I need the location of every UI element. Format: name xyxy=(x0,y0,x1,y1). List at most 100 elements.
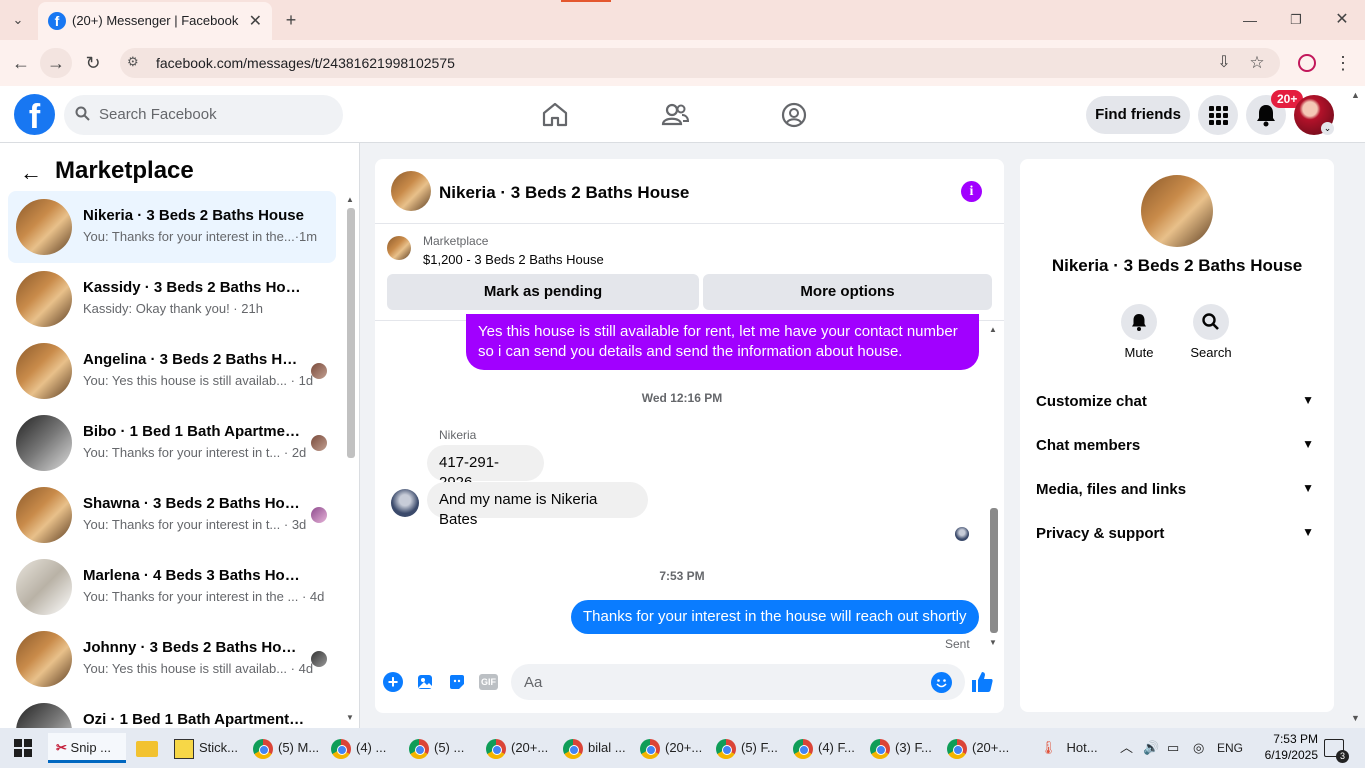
conversation-item[interactable]: Nikeria · 3 Beds 2 Baths House You: Than… xyxy=(8,191,336,263)
install-app-icon[interactable]: ⇩ xyxy=(1212,51,1236,75)
conversation-item[interactable]: Kassidy · 3 Beds 2 Baths House Kassidy: … xyxy=(8,263,336,335)
conversation-name: Ozi · 1 Bed 1 Bath Apartment/... xyxy=(83,711,305,728)
new-tab-button[interactable]: + xyxy=(279,8,303,32)
listing-thumbnail xyxy=(16,703,72,728)
more-options-button[interactable]: More options xyxy=(703,274,992,310)
network-icon[interactable]: ◎ xyxy=(1193,733,1207,763)
friends-icon[interactable] xyxy=(655,95,695,135)
taskbar-chrome-window[interactable]: (20+... xyxy=(486,733,556,763)
chat-scroll-up-icon[interactable]: ▲ xyxy=(989,325,997,334)
windows-start-icon[interactable] xyxy=(14,739,32,757)
message-bubble-sent[interactable]: Thanks for your interest in the house wi… xyxy=(571,600,979,634)
facebook-logo[interactable]: f xyxy=(14,94,55,136)
taskbar-sticky-notes[interactable]: Stick... xyxy=(174,733,244,763)
plus-icon[interactable]: + xyxy=(383,672,403,692)
browser-menu-icon[interactable]: ⋮ xyxy=(1331,51,1355,75)
privacy-support-item[interactable]: Privacy & support ▼ xyxy=(1036,525,1322,542)
profile-icon[interactable] xyxy=(1298,54,1316,72)
chat-scroll-down-icon[interactable]: ▼ xyxy=(989,638,997,647)
mute-button[interactable] xyxy=(1121,304,1157,340)
info-avatar[interactable] xyxy=(1141,175,1213,247)
conversation-item[interactable]: Marlena · 4 Beds 3 Baths House You: Than… xyxy=(8,551,336,623)
forward-button[interactable]: → xyxy=(40,48,72,78)
taskbar-chrome-window[interactable]: (5) M... xyxy=(253,733,323,763)
conversation-name: Johnny · 3 Beds 2 Baths House xyxy=(83,639,305,656)
chat-members-item[interactable]: Chat members ▼ xyxy=(1036,437,1322,454)
tab-title: (20+) Messenger | Facebook xyxy=(72,13,239,28)
mark-pending-button[interactable]: Mark as pending xyxy=(387,274,699,310)
groups-icon[interactable] xyxy=(774,95,814,135)
site-settings-icon[interactable]: ⚙ xyxy=(127,54,145,72)
battery-icon[interactable]: ▭ xyxy=(1167,733,1185,763)
home-icon[interactable] xyxy=(535,95,575,135)
bookmark-star-icon[interactable]: ☆ xyxy=(1245,51,1269,75)
search-conversation-button[interactable] xyxy=(1193,304,1229,340)
chevron-up-icon[interactable]: ︿ xyxy=(1120,733,1134,763)
message-bubble-received[interactable]: 417-291-2926 xyxy=(427,445,544,491)
clock[interactable]: 7:53 PM 6/19/2025 xyxy=(1252,731,1318,763)
taskbar-chrome-window[interactable]: (20+... xyxy=(640,733,710,763)
listing-label: Marketplace xyxy=(423,234,489,248)
taskbar-chrome-window[interactable]: bilal ... xyxy=(563,733,633,763)
reload-icon[interactable]: ↻ xyxy=(81,51,105,75)
taskbar-chrome-window[interactable]: (5) ... xyxy=(409,733,479,763)
conversation-item[interactable]: Ozi · 1 Bed 1 Bath Apartment/... xyxy=(8,695,336,728)
chrome-icon xyxy=(253,738,273,759)
menu-button[interactable] xyxy=(1198,95,1238,135)
list-scrollbar[interactable] xyxy=(347,208,355,458)
taskbar-weather[interactable]: 🌡 Hot... xyxy=(1040,733,1110,763)
info-icon[interactable]: i xyxy=(961,181,982,202)
message-placeholder: Aa xyxy=(524,674,543,691)
customize-chat-item[interactable]: Customize chat ▼ xyxy=(1036,393,1322,410)
conversation-item[interactable]: Johnny · 3 Beds 2 Baths House You: Yes t… xyxy=(8,623,336,695)
message-bubble-sent[interactable]: Yes this house is still available for re… xyxy=(466,314,979,370)
chat-scrollbar[interactable] xyxy=(990,508,998,633)
like-icon[interactable] xyxy=(970,670,994,694)
taskbar-chrome-window[interactable]: (4) ... xyxy=(331,733,401,763)
conversation-preview: You: Thanks for your interest in the ...… xyxy=(83,589,325,604)
taskbar-chrome-window[interactable]: (3) F... xyxy=(870,733,940,763)
list-scroll-up-icon[interactable]: ▲ xyxy=(346,195,354,204)
tab-search-icon[interactable]: ⌄ xyxy=(6,8,30,32)
conversation-item[interactable]: Bibo · 1 Bed 1 Bath Apartment... You: Th… xyxy=(8,407,336,479)
sender-avatar[interactable] xyxy=(391,489,419,517)
media-files-links-item[interactable]: Media, files and links ▼ xyxy=(1036,481,1322,498)
sticker-icon[interactable] xyxy=(448,673,466,691)
chat-avatar[interactable] xyxy=(391,171,431,211)
taskbar-chrome-window[interactable]: (20+... xyxy=(947,733,1017,763)
minimize-icon[interactable]: — xyxy=(1238,8,1262,32)
back-icon[interactable]: ← xyxy=(9,51,33,75)
folder-icon xyxy=(136,740,158,757)
back-arrow-icon[interactable]: ← xyxy=(20,160,42,186)
message-input[interactable] xyxy=(511,664,965,700)
chrome-icon xyxy=(793,738,813,759)
taskbar-snip-tool[interactable]: ✂ Snip ... xyxy=(48,733,126,763)
tab-close-icon[interactable]: ✕ xyxy=(249,11,262,31)
window-close-icon[interactable]: ✕ xyxy=(1330,8,1354,32)
browser-tab[interactable]: f (20+) Messenger | Facebook ✕ xyxy=(38,2,272,40)
conversation-item[interactable]: Shawna · 3 Beds 2 Baths House You: Thank… xyxy=(8,479,336,551)
marketplace-title: Marketplace xyxy=(55,157,194,184)
message-bubble-received[interactable]: And my name is Nikeria Bates xyxy=(427,482,648,528)
search-icon xyxy=(75,106,90,121)
restore-icon[interactable]: ❐ xyxy=(1284,8,1308,32)
page-scroll-down-icon[interactable]: ▼ xyxy=(1351,713,1360,723)
volume-icon[interactable]: 🔊 xyxy=(1143,733,1161,763)
language-indicator[interactable]: ENG xyxy=(1217,733,1247,763)
taskbar-chrome-window[interactable]: (5) F... xyxy=(716,733,786,763)
page-scroll-up-icon[interactable]: ▲ xyxy=(1351,90,1360,100)
emoji-icon[interactable] xyxy=(931,672,952,693)
gif-icon[interactable]: GIF xyxy=(479,674,498,690)
conversation-preview: You: Yes this house is still availab... … xyxy=(83,373,314,388)
taskbar-file-explorer[interactable] xyxy=(136,733,160,763)
listing-detail[interactable]: $1,200 - 3 Beds 2 Baths House xyxy=(423,252,604,267)
conversation-item[interactable]: Angelina · 3 Beds 2 Baths Hou... You: Ye… xyxy=(8,335,336,407)
listing-thumbnail xyxy=(16,343,72,399)
chrome-icon xyxy=(870,738,890,759)
photo-icon[interactable] xyxy=(416,673,434,691)
taskbar-chrome-window[interactable]: (4) F... xyxy=(793,733,863,763)
list-scroll-down-icon[interactable]: ▼ xyxy=(346,713,354,722)
find-friends-button[interactable]: Find friends xyxy=(1086,96,1190,134)
chat-title[interactable]: Nikeria · 3 Beds 2 Baths House xyxy=(439,183,689,203)
info-title: Nikeria · 3 Beds 2 Baths House xyxy=(1051,256,1303,275)
